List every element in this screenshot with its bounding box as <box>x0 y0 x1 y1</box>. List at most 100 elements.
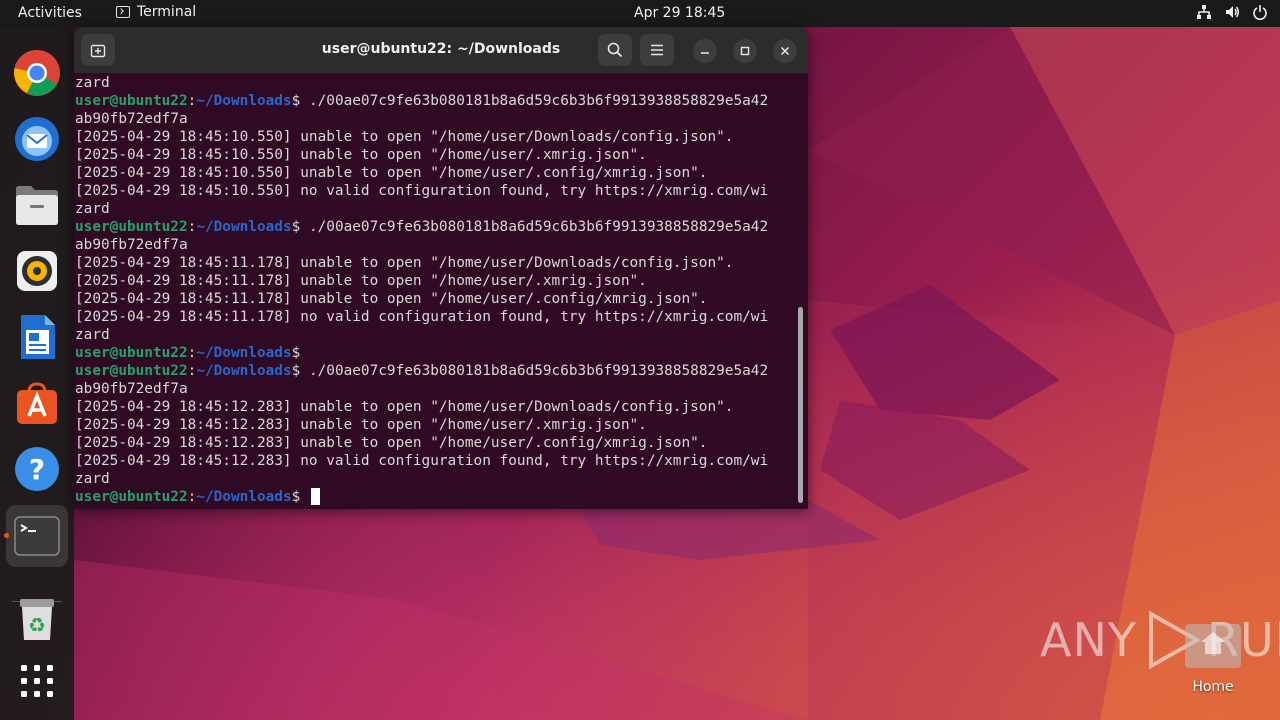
output-text: [2025-04-29 18:45:11.178] unable to open… <box>75 291 708 307</box>
output-text: zard <box>75 201 110 217</box>
power-icon <box>1253 5 1267 20</box>
home-folder-icon[interactable] <box>1185 618 1241 668</box>
clock[interactable]: Apr 29 18:45 <box>634 5 725 21</box>
terminal-output-line: [2025-04-29 18:45:12.283] unable to open… <box>75 434 797 452</box>
terminal-prompt-line: user@ubuntu22:~/Downloads$ <box>75 488 797 506</box>
terminal-output-line: [2025-04-29 18:45:11.178] unable to open… <box>75 272 797 290</box>
terminal-output-line: [2025-04-29 18:45:10.550] unable to open… <box>75 146 797 164</box>
terminal-output-line: zard <box>75 200 797 218</box>
chrome-icon <box>14 49 60 96</box>
output-text: [2025-04-29 18:45:12.283] unable to open… <box>75 399 734 415</box>
prompt-separator: : <box>187 93 197 109</box>
volume-icon <box>1226 6 1239 18</box>
prompt-user: user@ubuntu22 <box>75 219 188 235</box>
output-text: [2025-04-29 18:45:11.178] unable to open… <box>75 273 647 289</box>
dock-item-thunderbird[interactable] <box>10 112 64 166</box>
dock-item-chrome[interactable] <box>10 46 64 100</box>
output-text: [2025-04-29 18:45:10.550] unable to open… <box>75 147 647 163</box>
window-headerbar[interactable]: user@ubuntu22: ~/Downloads <box>74 27 808 74</box>
folder-icon <box>16 186 58 225</box>
text-cursor <box>310 488 320 505</box>
output-text: [2025-04-29 18:45:12.283] unable to open… <box>75 417 647 433</box>
dock-item-trash[interactable]: ♻ <box>10 592 64 646</box>
output-text: ab90fb72edf7a <box>75 381 188 397</box>
terminal-prompt-line: user@ubuntu22:~/Downloads$ ./00ae07c9fe6… <box>75 218 797 236</box>
output-text: [2025-04-29 18:45:10.550] no valid confi… <box>75 183 769 199</box>
terminal-scrollbar[interactable] <box>798 307 803 503</box>
activities-button[interactable]: Activities <box>18 5 82 21</box>
terminal-output-line: ab90fb72edf7a <box>75 236 797 254</box>
minimize-icon <box>701 52 709 54</box>
prompt-path: ~/Downloads <box>196 219 292 235</box>
prompt-user: user@ubuntu22 <box>75 489 188 505</box>
dock-item-writer[interactable] <box>10 310 64 364</box>
terminal-prompt-line: user@ubuntu22:~/Downloads$ <box>75 344 797 362</box>
dock-item-help[interactable]: ? <box>10 442 64 496</box>
prompt-separator: : <box>187 219 197 235</box>
svg-text:♻: ♻ <box>28 613 46 637</box>
terminal-output[interactable]: zard user@ubuntu22:~/Downloads$ ./00ae07c… <box>75 74 797 509</box>
maximize-icon <box>740 46 750 56</box>
output-text: [2025-04-29 18:45:12.283] unable to open… <box>75 435 708 451</box>
minimize-button[interactable] <box>693 39 717 63</box>
terminal-output-line: ab90fb72edf7a <box>75 380 797 398</box>
terminal-output-line: [2025-04-29 18:45:12.283] unable to open… <box>75 416 797 434</box>
terminal-output-line: [2025-04-29 18:45:10.550] unable to open… <box>75 128 797 146</box>
dock-item-terminal[interactable] <box>6 505 68 567</box>
folder-home-icon <box>1185 624 1241 668</box>
software-store-icon <box>17 382 57 424</box>
terminal-window[interactable]: user@ubuntu22: ~/Downloads zard user@ubu… <box>74 27 808 509</box>
terminal-output-line: [2025-04-29 18:45:12.283] no valid confi… <box>75 452 797 470</box>
maximize-button[interactable] <box>733 39 757 63</box>
terminal-output-line: [2025-04-29 18:45:11.178] unable to open… <box>75 254 797 272</box>
dock: ? ♻ <box>0 27 74 720</box>
svg-text:?: ? <box>29 453 45 486</box>
output-text: [2025-04-29 18:45:11.178] no valid confi… <box>75 309 769 325</box>
writer-icon <box>21 315 55 359</box>
dock-item-rhythmbox[interactable] <box>10 244 64 298</box>
app-grid-icon <box>21 665 53 697</box>
watermark-logo: ANY RUN <box>1040 610 1280 670</box>
terminal-output-line: [2025-04-29 18:45:10.550] no valid confi… <box>75 182 797 200</box>
terminal-output-line: zard <box>75 326 797 344</box>
prompt-dollar: $ <box>291 219 309 235</box>
terminal-output-line: zard <box>75 470 797 488</box>
top-bar: Activities Terminal Apr 29 18:45 <box>0 0 1280 27</box>
search-icon <box>607 42 623 58</box>
prompt-path: ~/Downloads <box>196 363 292 379</box>
search-button[interactable] <box>598 34 632 66</box>
prompt-separator: : <box>187 489 197 505</box>
output-text: ab90fb72edf7a <box>75 111 188 127</box>
app-menu[interactable]: Terminal <box>116 4 196 20</box>
dock-item-show-apps[interactable] <box>10 654 64 708</box>
prompt-user: user@ubuntu22 <box>75 363 188 379</box>
thunderbird-icon <box>15 117 59 161</box>
output-text: zard <box>75 327 110 343</box>
dock-item-software[interactable] <box>10 376 64 430</box>
terminal-output-line: [2025-04-29 18:45:10.550] unable to open… <box>75 164 797 182</box>
output-text: zard <box>75 75 110 91</box>
terminal-output-line: zard <box>75 74 797 92</box>
close-icon <box>780 46 790 56</box>
prompt-dollar: $ <box>291 93 309 109</box>
close-button[interactable] <box>773 39 797 63</box>
output-text: ab90fb72edf7a <box>75 237 188 253</box>
prompt-separator: : <box>187 345 197 361</box>
system-tray[interactable] <box>1196 4 1268 20</box>
network-icon <box>1197 5 1211 19</box>
terminal-prompt-line: user@ubuntu22:~/Downloads$ ./00ae07c9fe6… <box>75 92 797 110</box>
command-text: ./00ae07c9fe63b080181b8a6d59c6b3b6f99139… <box>308 363 769 379</box>
prompt-user: user@ubuntu22 <box>75 93 188 109</box>
menu-button[interactable] <box>640 34 674 66</box>
terminal-icon <box>116 6 130 18</box>
command-text: ./00ae07c9fe63b080181b8a6d59c6b3b6f99139… <box>308 219 769 235</box>
prompt-path: ~/Downloads <box>196 489 292 505</box>
terminal-prompt-line: user@ubuntu22:~/Downloads$ ./00ae07c9fe6… <box>75 362 797 380</box>
output-text: [2025-04-29 18:45:10.550] unable to open… <box>75 129 734 145</box>
help-icon: ? <box>15 447 59 491</box>
home-folder-label: Home <box>1192 679 1234 695</box>
prompt-path: ~/Downloads <box>196 93 292 109</box>
dock-item-files[interactable] <box>10 178 64 232</box>
prompt-dollar: $ <box>291 489 309 505</box>
output-text: [2025-04-29 18:45:10.550] unable to open… <box>75 165 708 181</box>
